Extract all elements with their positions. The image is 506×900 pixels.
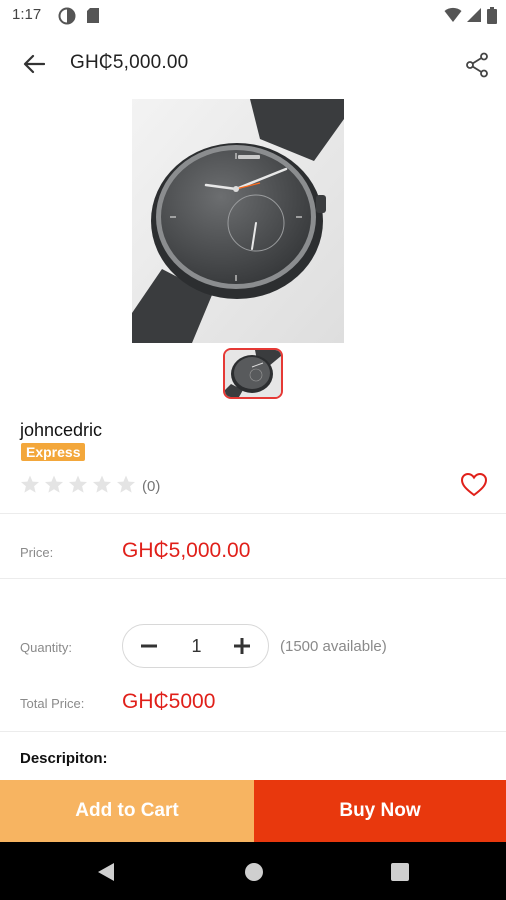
buy-now-button[interactable]: Buy Now [254,780,506,842]
decrease-quantity-button[interactable] [127,625,171,667]
wifi-icon [444,7,462,22]
quantity-stepper: 1 [122,624,269,668]
star-icon [45,475,63,493]
nav-back-icon[interactable] [97,862,115,882]
minus-icon [141,644,157,648]
arrow-back-icon[interactable] [23,54,45,74]
status-bar: 1:17 [0,0,506,30]
price-value: GH₵5,000.00 [122,539,251,562]
page-title: GH₵5,000.00 [70,52,189,73]
price-label: Price: [20,545,54,560]
review-count: (0) [142,478,161,495]
share-icon[interactable] [465,52,489,78]
nav-recents-icon[interactable] [391,863,409,881]
rating-stars [20,474,136,501]
watch-image[interactable] [132,99,344,343]
quantity-label: Quantity: [20,640,73,655]
increase-quantity-button[interactable] [220,625,264,667]
battery-icon [487,7,497,24]
star-icon [93,475,111,493]
data-saver-icon [58,7,76,25]
signal-icon [467,8,481,22]
plus-icon [234,638,250,654]
watch-thumbnail[interactable] [223,348,283,399]
nav-home-icon[interactable] [244,862,264,882]
divider [0,731,506,732]
quantity-value[interactable]: 1 [167,636,226,657]
available-stock: (1500 available) [280,638,387,655]
status-time: 1:17 [12,6,42,23]
divider [0,513,506,514]
express-badge: Express [21,443,86,461]
divider [0,578,506,579]
star-icon [117,475,135,493]
system-nav-bar [0,842,506,900]
description-label: Descripiton: [20,750,108,767]
sd-card-icon [87,8,99,23]
star-icon [69,475,87,493]
star-icon [21,475,39,493]
seller-name[interactable]: johncedric [20,420,102,441]
add-to-cart-button[interactable]: Add to Cart [0,780,254,842]
total-price-label: Total Price: [20,696,85,711]
favorite-heart-icon[interactable] [460,472,488,498]
total-price-value: GH₵5000 [122,690,216,713]
